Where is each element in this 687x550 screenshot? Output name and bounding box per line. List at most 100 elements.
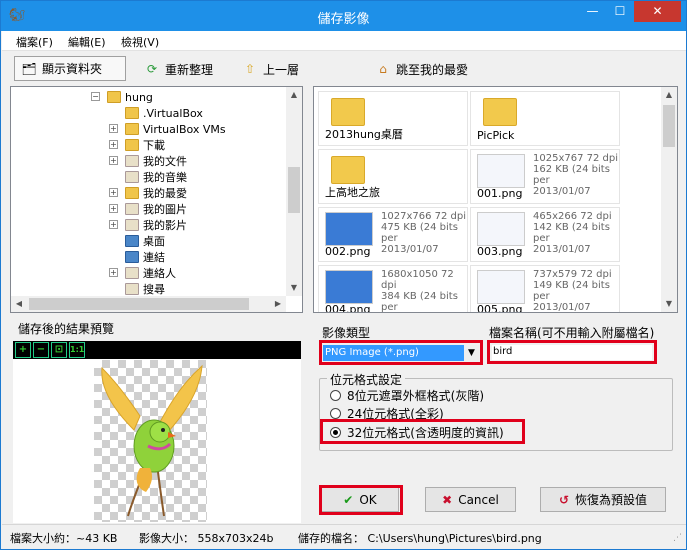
scroll-right-icon[interactable]: ▶ [270,296,286,312]
reset-defaults-button[interactable]: ↺ 恢復為預設值 [540,487,666,512]
tree-item[interactable]: 我的音樂 [109,169,187,185]
folder-icon [107,91,121,103]
tree-item-label: hung [125,90,153,104]
image-file-item[interactable]: 1680x1050 72 dpi384 KB (24 bits per2013/… [318,265,468,312]
tree-item-label: VirtualBox VMs [143,122,226,136]
tree-item[interactable]: + 連絡人 [109,265,176,281]
tree-item[interactable]: + 我的最愛 [109,185,187,201]
tree-item[interactable]: + 我的圖片 [109,201,187,217]
image-type-select[interactable]: PNG Image (*.png) ▼ [323,345,479,361]
refresh-label: 重新整理 [165,62,214,77]
file-name-input[interactable]: bird [492,345,652,360]
status-image-size: 影像大小： 558x703x24b [139,532,274,545]
expand-icon[interactable]: + [109,220,118,229]
expand-icon[interactable]: + [109,204,118,213]
scroll-thumb[interactable] [288,167,300,213]
actual-size-icon[interactable]: 1:1 [69,342,85,358]
folder-item[interactable]: PicPick [470,91,620,146]
status-save-name: 儲存的檔名： C:\Users\hung\Pictures\bird.png [298,532,542,545]
cancel-button[interactable]: ✖ Cancel [425,487,516,512]
radio-dot[interactable] [330,390,341,401]
scroll-thumb[interactable] [663,105,675,147]
image-file-item[interactable]: 1025x767 72 dpi 162 KB (24 bits per 2013/0… [470,149,620,204]
folder-tree[interactable]: − hung .VirtualBox + VirtualBox VMs + 下載 + 我的文件我… [10,86,303,313]
menu-view[interactable]: 檢視(V) [121,34,159,50]
collapse-icon[interactable]: − [91,92,100,101]
expand-icon[interactable]: + [109,188,118,197]
go-to-favorites-label: 跳至我的最愛 [396,62,469,77]
image-info-line: 475 KB (24 bits per [381,222,458,244]
tree-item[interactable]: + 我的影片 [109,217,187,233]
zoom-out-icon[interactable]: − [33,342,49,358]
folder-item[interactable]: 上高地之旅 [318,149,468,204]
image-file-item[interactable]: 465x266 72 dpi 142 KB (24 bits per 2013/01… [470,207,620,262]
library-icon [125,283,139,295]
tree-item[interactable]: − hung [91,89,153,105]
menu-file[interactable]: 檔案(F) [16,34,53,50]
zoom-in-icon[interactable]: + [15,342,31,358]
tree-item-label: 下載 [143,139,165,152]
image-info-line: 149 KB (24 bits per [533,280,610,302]
show-folders-label: 顯示資料夾 [42,62,103,76]
expand-icon[interactable]: + [109,268,118,277]
image-info-line: 2013/01/07 [381,244,439,255]
folder-item[interactable]: 2013hung桌曆 [318,91,468,146]
tree-item[interactable]: 連結 [109,249,165,265]
tree-horizontal-scrollbar[interactable]: ◀ ▶ [11,296,286,312]
expand-icon[interactable]: + [109,140,118,149]
ok-button-highlight [319,485,403,515]
minimize-button[interactable]: — [579,1,606,22]
scroll-down-icon[interactable]: ▼ [661,296,677,312]
image-info-line: 142 KB (24 bits per [533,222,610,244]
close-button[interactable]: ✕ [634,1,681,22]
scroll-thumb[interactable] [29,298,249,310]
scroll-up-icon[interactable]: ▲ [286,87,302,103]
image-file-item[interactable]: 737x579 72 dpi 149 KB (24 bits per 2013/01… [470,265,620,312]
tree-vertical-scrollbar[interactable]: ▲ ▼ [286,87,302,296]
tree-item[interactable]: .VirtualBox [109,105,203,121]
expand-icon[interactable]: + [109,156,118,165]
tree-item-label: 連絡人 [143,267,176,280]
tree-item[interactable]: + 下載 [109,137,165,153]
file-name: 2013hung桌曆 [325,128,403,141]
tree-item[interactable]: + VirtualBox VMs [109,121,226,137]
show-folders-button[interactable]: 🗂 顯示資料夾 [14,56,126,81]
file-grid[interactable]: 2013hung桌曆 PicPick 上高地之旅 1025x767 72 dpi 162… [313,86,678,313]
image-info-line: 1680x1050 72 dpi [381,269,454,291]
library-icon [125,267,139,279]
scroll-down-icon[interactable]: ▼ [286,280,302,296]
resize-grip-icon[interactable]: ⋰ [673,533,682,543]
maximize-button[interactable]: ☐ [607,1,633,22]
go-to-favorites-button[interactable]: ⌂ 跳至我的最愛 [375,58,468,80]
image-info-line: 465x266 72 dpi [533,211,612,222]
radio-8bit[interactable]: 8位元遮罩外框格式(灰階) [330,387,484,404]
fit-to-window-icon[interactable]: ⊡ [51,342,67,358]
save-image-dialog: 🐿 儲存影像 — ☐ ✕ 檔案(F) 編輯(E) 檢視(V) 🗂 顯示資料夾 ⟳… [0,0,687,550]
up-level-button[interactable]: ⇧ 上一層 [242,58,299,80]
grid-vertical-scrollbar[interactable]: ▲ ▼ [661,87,677,312]
image-thumbnail [325,270,373,304]
tree-item[interactable]: 桌面 [109,233,165,249]
tree-item[interactable]: 搜尋 [109,281,165,297]
image-info: 737x579 72 dpi 149 KB (24 bits per 2013/01… [533,269,619,312]
reset-icon: ↺ [558,492,570,507]
preview-title: 儲存後的結果預覽 [18,322,115,336]
refresh-button[interactable]: ⟳ 重新整理 [144,58,213,80]
radio-dot[interactable] [330,408,341,419]
folder-icon [125,107,139,119]
image-thumbnail [477,212,525,246]
scroll-left-icon[interactable]: ◀ [11,296,27,312]
tree-item[interactable]: + 我的文件 [109,153,187,169]
up-level-label: 上一層 [263,62,300,77]
tree-item-label: 桌面 [143,235,165,248]
chevron-down-icon[interactable]: ▼ [464,345,479,361]
file-name: 001.png [477,187,523,200]
radio-32bit-highlight [320,419,525,444]
toolbar: 🗂 顯示資料夾 ⟳ 重新整理 ⇧ 上一層 ⌂ 跳至我的最愛 [2,52,686,84]
scroll-up-icon[interactable]: ▲ [661,87,677,103]
image-file-item[interactable]: 1027x766 72 dpi 475 KB (24 bits per 2013/0… [318,207,468,262]
expand-icon[interactable]: + [109,124,118,133]
menu-edit[interactable]: 編輯(E) [68,34,106,50]
image-thumbnail [477,154,525,188]
folder-icon [331,156,365,184]
